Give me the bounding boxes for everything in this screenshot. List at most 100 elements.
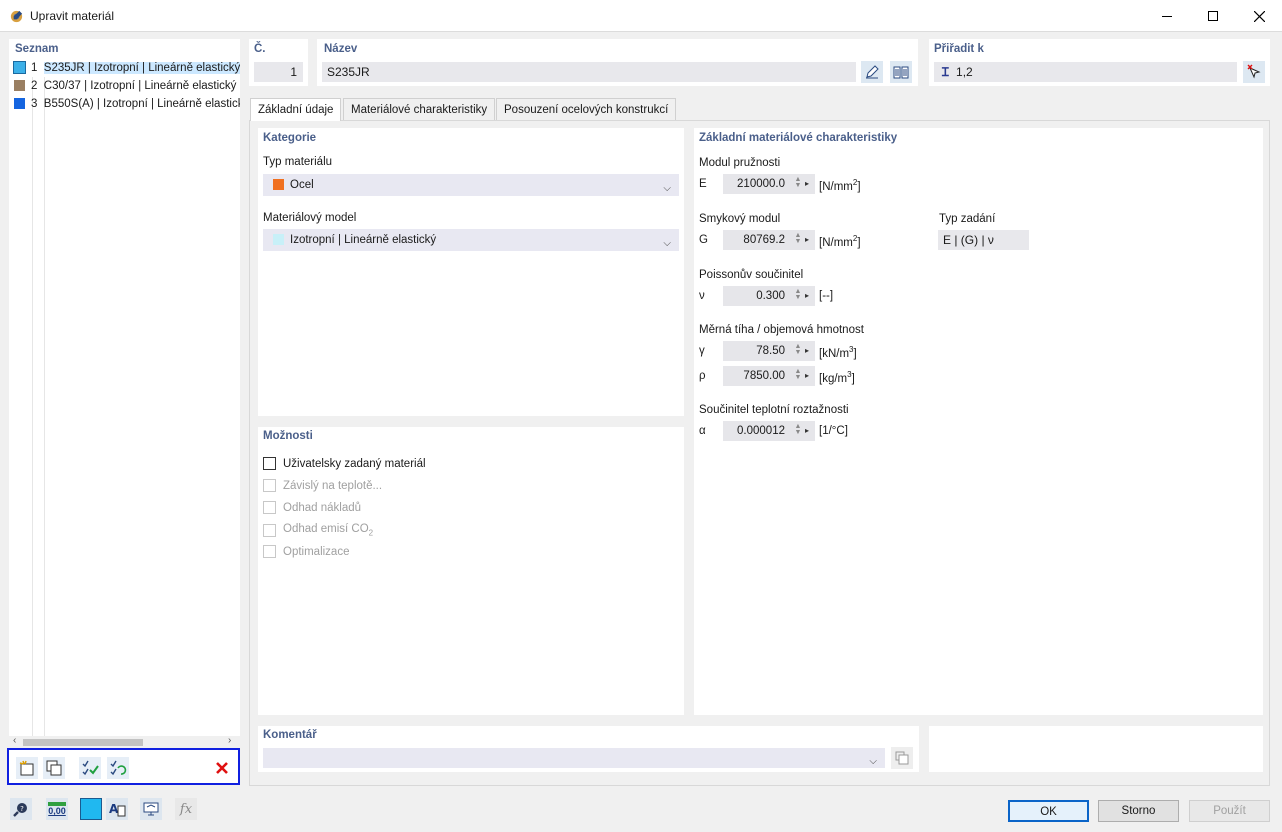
list-item[interactable]: 2 C30/37 | Izotropní | Lineárně elastick… [9, 77, 240, 95]
category-panel: Kategorie Typ materiálu Ocel ⌵ Materiálo… [258, 128, 684, 416]
list-column-divider [44, 59, 45, 737]
scrollbar-thumb[interactable] [23, 739, 143, 746]
close-icon [1253, 10, 1265, 22]
color-swatch [14, 98, 25, 110]
cost-checkbox [263, 501, 276, 514]
g-menu-arrow[interactable]: ▸ [805, 230, 813, 250]
category-header: Kategorie [263, 132, 317, 144]
decimal-places-button[interactable]: 0,00 [46, 798, 68, 820]
scroll-left-icon[interactable]: ‹ [13, 735, 16, 746]
close-button[interactable] [1236, 0, 1282, 32]
tab-basic[interactable]: Základní údaje [250, 98, 342, 121]
gamma-unit: [kN/m3] [819, 345, 857, 360]
number-label: Č. [254, 43, 266, 55]
material-model-value: Izotropní | Lineárně elastický [290, 234, 437, 246]
svg-text:?: ? [20, 805, 24, 813]
delete-material-button[interactable] [211, 757, 233, 779]
copy-material-button[interactable] [43, 757, 65, 779]
options-panel: Možnosti Uživatelsky zadaný materiál Záv… [258, 427, 684, 715]
name-panel: Název S235JR [317, 39, 918, 86]
name-field[interactable]: S235JR [322, 62, 856, 82]
copy-icon [46, 760, 62, 776]
user-defined-checkbox-row[interactable]: Uživatelsky zadaný materiál [263, 457, 426, 470]
optimization-checkbox-row: Optimalizace [263, 545, 349, 558]
modulus-label: Modul pružnosti [699, 157, 781, 169]
e-unit-end: ] [857, 180, 861, 193]
rho-unit: [kg/m3] [819, 370, 855, 385]
rho-menu-arrow[interactable]: ▸ [805, 366, 813, 386]
cancel-button[interactable]: Storno [1098, 800, 1179, 822]
weight-label: Měrná tíha / objemová hmotnost [699, 324, 864, 336]
tab-steel-design[interactable]: Posouzení ocelových konstrukcí [496, 98, 677, 120]
co2-label-text: Odhad emisí CO [283, 523, 369, 535]
copy-icon [895, 751, 909, 765]
steel-color-swatch [273, 179, 284, 191]
number-panel: Č. 1 [249, 39, 308, 86]
window-title: Upravit materiál [30, 9, 115, 23]
list-item-number: 1 [31, 62, 38, 74]
material-type-value: Ocel [290, 179, 314, 191]
new-item-icon [19, 760, 34, 776]
material-type-select[interactable]: Ocel ⌵ [263, 174, 679, 196]
comment-input[interactable]: ⌵ [263, 748, 885, 768]
alpha-symbol: α [699, 425, 706, 437]
help-button[interactable]: ? [10, 798, 32, 820]
temperature-checkbox-row: Závislý na teplotě... [263, 479, 382, 492]
gamma-symbol: γ [699, 345, 705, 357]
list-column-divider [32, 59, 33, 737]
check-all-button[interactable] [79, 757, 101, 779]
thermal-label: Součinitel teplotní roztažnosti [699, 404, 849, 416]
units-icon: A [109, 802, 126, 817]
properties-panel: Základní materiálové charakteristiky Mod… [694, 128, 1263, 715]
cost-label: Odhad nákladů [283, 501, 362, 514]
formula-button[interactable]: fx [175, 798, 197, 820]
g-unit: [N/mm2] [819, 234, 861, 249]
ok-button[interactable]: OK [1008, 800, 1089, 822]
tab-material-properties[interactable]: Materiálové charakteristiky [343, 98, 496, 120]
list-item-label: S235JR | Izotropní | Lineárně elastický [43, 62, 240, 74]
app-icon [10, 10, 23, 23]
co2-checkbox [263, 523, 276, 537]
co2-checkbox-row: Odhad emisí CO2 [263, 523, 373, 537]
scroll-right-icon[interactable]: › [228, 735, 231, 746]
maximize-icon [1208, 11, 1218, 21]
library-button[interactable] [890, 61, 912, 83]
list-item[interactable]: 1 S235JR | Izotropní | Lineárně elastick… [9, 59, 240, 77]
apply-button[interactable]: Použít [1189, 800, 1270, 822]
color-swatch [14, 80, 25, 92]
edit-name-button[interactable] [861, 61, 883, 83]
minimize-icon [1162, 15, 1172, 17]
gamma-menu-arrow[interactable]: ▸ [805, 341, 813, 361]
comment-library-button[interactable] [891, 747, 913, 769]
gamma-unit-end: ] [853, 347, 857, 360]
e-menu-arrow[interactable]: ▸ [805, 174, 813, 194]
assign-field[interactable]: Ɪ 1,2 [934, 62, 1237, 82]
material-model-label: Materiálový model [263, 212, 357, 224]
e-unit: [N/mm2] [819, 178, 861, 193]
material-model-select[interactable]: Izotropní | Lineárně elastický ⌵ [263, 229, 679, 251]
pick-objects-button[interactable] [1243, 61, 1265, 83]
nu-menu-arrow[interactable]: ▸ [805, 286, 813, 306]
list-item-label: B550S(A) | Izotropní | Lineárně elastick… [43, 98, 240, 110]
list-item-number: 2 [31, 80, 38, 92]
optimization-label: Optimalizace [283, 545, 350, 558]
title-bar: Upravit materiál [0, 0, 1282, 32]
monitor-icon [143, 802, 159, 816]
book-icon [893, 66, 909, 79]
minimize-button[interactable] [1144, 0, 1190, 32]
alpha-menu-arrow[interactable]: ▸ [805, 421, 813, 441]
function-icon: fx [179, 801, 193, 817]
number-field[interactable]: 1 [254, 62, 303, 82]
units-button[interactable]: A [106, 798, 128, 820]
view-button[interactable] [140, 798, 162, 820]
cost-checkbox-row: Odhad nákladů [263, 501, 361, 514]
chevron-down-icon: ⌵ [663, 238, 671, 249]
input-type-field[interactable]: E | (G) | ν [938, 230, 1029, 250]
maximize-button[interactable] [1190, 0, 1236, 32]
color-button[interactable] [80, 798, 102, 820]
comment-label: Komentář [263, 729, 317, 741]
toggle-check-button[interactable] [107, 757, 129, 779]
list-item[interactable]: 3 B550S(A) | Izotropní | Lineárně elasti… [9, 95, 240, 113]
new-material-button[interactable] [16, 757, 38, 779]
user-defined-checkbox[interactable] [263, 457, 276, 470]
